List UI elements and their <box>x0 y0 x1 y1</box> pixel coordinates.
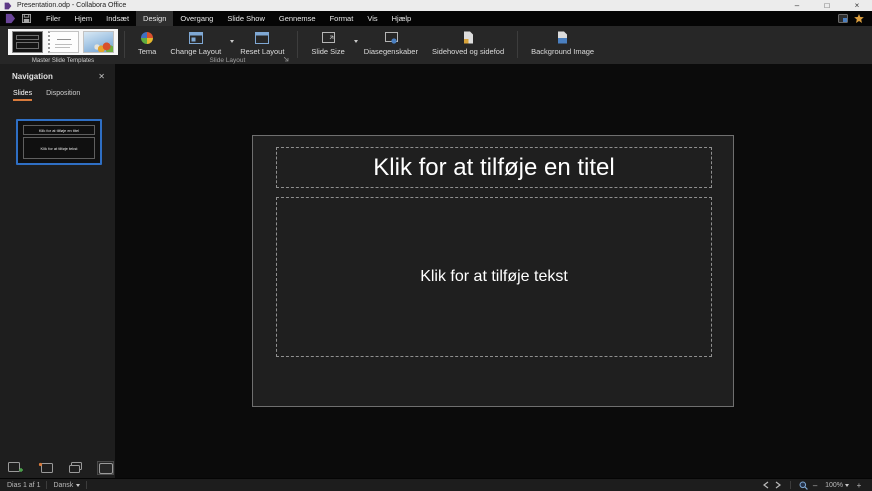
minimize-button[interactable]: – <box>782 0 812 11</box>
header-footer-button[interactable]: Sidehoved og sidefod <box>425 26 511 64</box>
tema-label: Tema <box>138 47 156 56</box>
slide-tools-bar <box>0 458 115 478</box>
menu-item-design[interactable]: Design <box>136 11 173 26</box>
thumb-line <box>57 39 71 40</box>
ribbon: Master Slide Templates Tema Change Layou… <box>0 26 872 64</box>
window-title: Presentation.odp - Collabora Office <box>17 2 126 9</box>
tab-slides[interactable]: Slides <box>13 90 32 101</box>
slide-size-caret-icon[interactable] <box>354 40 358 43</box>
color-wheel-icon <box>141 32 153 44</box>
next-slide-button[interactable] <box>772 481 784 489</box>
thumbnail-title-placeholder: Klik for at tilføje en titel <box>23 125 95 135</box>
change-layout-caret-icon[interactable] <box>230 40 234 43</box>
star-icon[interactable] <box>854 14 864 23</box>
status-separator <box>86 481 87 489</box>
collabora-logo-icon <box>4 2 12 10</box>
tab-disposition[interactable]: Disposition <box>46 90 80 101</box>
change-layout-label: Change Layout <box>170 47 221 56</box>
background-image-icon <box>557 31 568 44</box>
slide-template-button[interactable] <box>37 461 54 475</box>
status-bar: Dias 1 af 1 Dansk – 100% + <box>0 478 872 491</box>
zoom-mode-button[interactable] <box>797 481 809 490</box>
master-slide-gallery[interactable] <box>8 29 118 55</box>
navigation-panel: Navigation ✕ Slides Disposition Klik for… <box>0 64 115 478</box>
master-slide-gallery-group: Master Slide Templates <box>8 26 118 64</box>
status-separator <box>790 481 791 489</box>
navigation-title: Navigation <box>12 72 53 81</box>
ribbon-separator <box>517 31 518 58</box>
master-template-thumb-colorful[interactable] <box>83 31 114 53</box>
master-template-thumb-white[interactable] <box>48 31 79 53</box>
slide-layout-group-label: Slide Layout <box>209 57 245 64</box>
change-layout-button[interactable]: Change Layout <box>163 26 233 56</box>
slide-template-icon <box>38 462 53 474</box>
menu-item-hjem[interactable]: Hjem <box>68 11 100 26</box>
slide-size-icon <box>322 32 335 43</box>
keyboard-toggle-icon[interactable] <box>838 14 848 23</box>
previous-slide-button[interactable] <box>760 481 772 489</box>
slide-size-label: Slide Size <box>311 47 344 56</box>
reset-layout-button[interactable]: Reset Layout <box>233 26 291 56</box>
status-separator <box>46 481 47 489</box>
body-placeholder[interactable]: Klik for at tilføje tekst <box>276 197 712 357</box>
tema-button[interactable]: Tema <box>131 26 163 64</box>
ribbon-separator <box>297 31 298 58</box>
slide-properties-button[interactable]: Diasegenskaber <box>357 26 425 64</box>
background-image-label: Background Image <box>531 47 594 56</box>
save-icon[interactable] <box>22 14 31 23</box>
title-placeholder[interactable]: Klik for at tilføje en titel <box>276 147 712 188</box>
language-caret-icon[interactable] <box>76 484 80 487</box>
thumb-body-box <box>16 42 39 49</box>
group-expand-icon[interactable] <box>284 57 289 62</box>
duplicate-slide-icon <box>68 462 83 474</box>
thumbnail-body-placeholder: Klik for at tilføje tekst <box>23 137 95 159</box>
zoom-in-button[interactable]: + <box>853 481 865 490</box>
thumb-line <box>55 47 70 48</box>
thumb-line <box>55 44 72 45</box>
slide-canvas[interactable]: Klik for at tilføje en titel Klik for at… <box>115 64 872 478</box>
menu-bar: Filer Hjem Indsæt Design Overgang Slide … <box>0 11 872 26</box>
slide-count-label: Dias 1 af 1 <box>7 482 40 489</box>
language-selector[interactable]: Dansk <box>53 482 73 489</box>
master-template-thumb-dark[interactable] <box>12 31 43 53</box>
menu-item-format[interactable]: Format <box>323 11 361 26</box>
slide-layout-group: Change Layout Reset Layout Slide Layout <box>163 26 291 64</box>
background-image-button[interactable]: Background Image <box>524 26 601 64</box>
maximize-button[interactable]: □ <box>812 0 842 11</box>
slide-size-button[interactable]: Slide Size <box>304 26 356 64</box>
close-button[interactable]: × <box>842 0 872 11</box>
duplicate-slide-button[interactable] <box>67 461 84 475</box>
slide-properties-label: Diasegenskaber <box>364 47 418 56</box>
zoom-caret-icon[interactable] <box>845 484 849 487</box>
window-controls: – □ × <box>782 0 872 11</box>
zoom-out-button[interactable]: – <box>809 481 821 490</box>
menu-item-overgang[interactable]: Overgang <box>173 11 220 26</box>
slide[interactable]: Klik for at tilføje en titel Klik for at… <box>252 135 734 407</box>
thumb-title-box <box>16 35 39 40</box>
menu-item-hjaelp[interactable]: Hjælp <box>385 11 419 26</box>
slide-properties-icon <box>384 32 398 44</box>
menu-item-gennemse[interactable]: Gennemse <box>272 11 323 26</box>
title-bar: Presentation.odp - Collabora Office – □ … <box>0 0 872 11</box>
collabora-menu-logo-icon[interactable] <box>5 13 16 24</box>
zoom-level-selector[interactable]: 100% <box>825 482 843 489</box>
reset-layout-label: Reset Layout <box>240 47 284 56</box>
header-footer-label: Sidehoved og sidefod <box>432 47 504 56</box>
add-slide-button[interactable] <box>7 461 24 475</box>
layout-icon <box>189 32 203 44</box>
slide-layout-button[interactable] <box>97 461 114 475</box>
menu-item-indsaet[interactable]: Indsæt <box>99 11 136 26</box>
menu-item-filer[interactable]: Filer <box>39 11 68 26</box>
ribbon-separator <box>124 31 125 58</box>
close-panel-button[interactable]: ✕ <box>98 72 105 81</box>
slide-layout-tool-icon <box>99 463 113 474</box>
add-slide-icon <box>8 462 23 474</box>
slide-thumbnail[interactable]: Klik for at tilføje en titel Klik for at… <box>16 119 102 165</box>
header-footer-icon <box>463 31 474 44</box>
magnifier-icon <box>799 481 808 490</box>
layout-icon <box>255 32 269 44</box>
menu-item-vis[interactable]: Vis <box>360 11 384 26</box>
menu-item-slide-show[interactable]: Slide Show <box>220 11 272 26</box>
